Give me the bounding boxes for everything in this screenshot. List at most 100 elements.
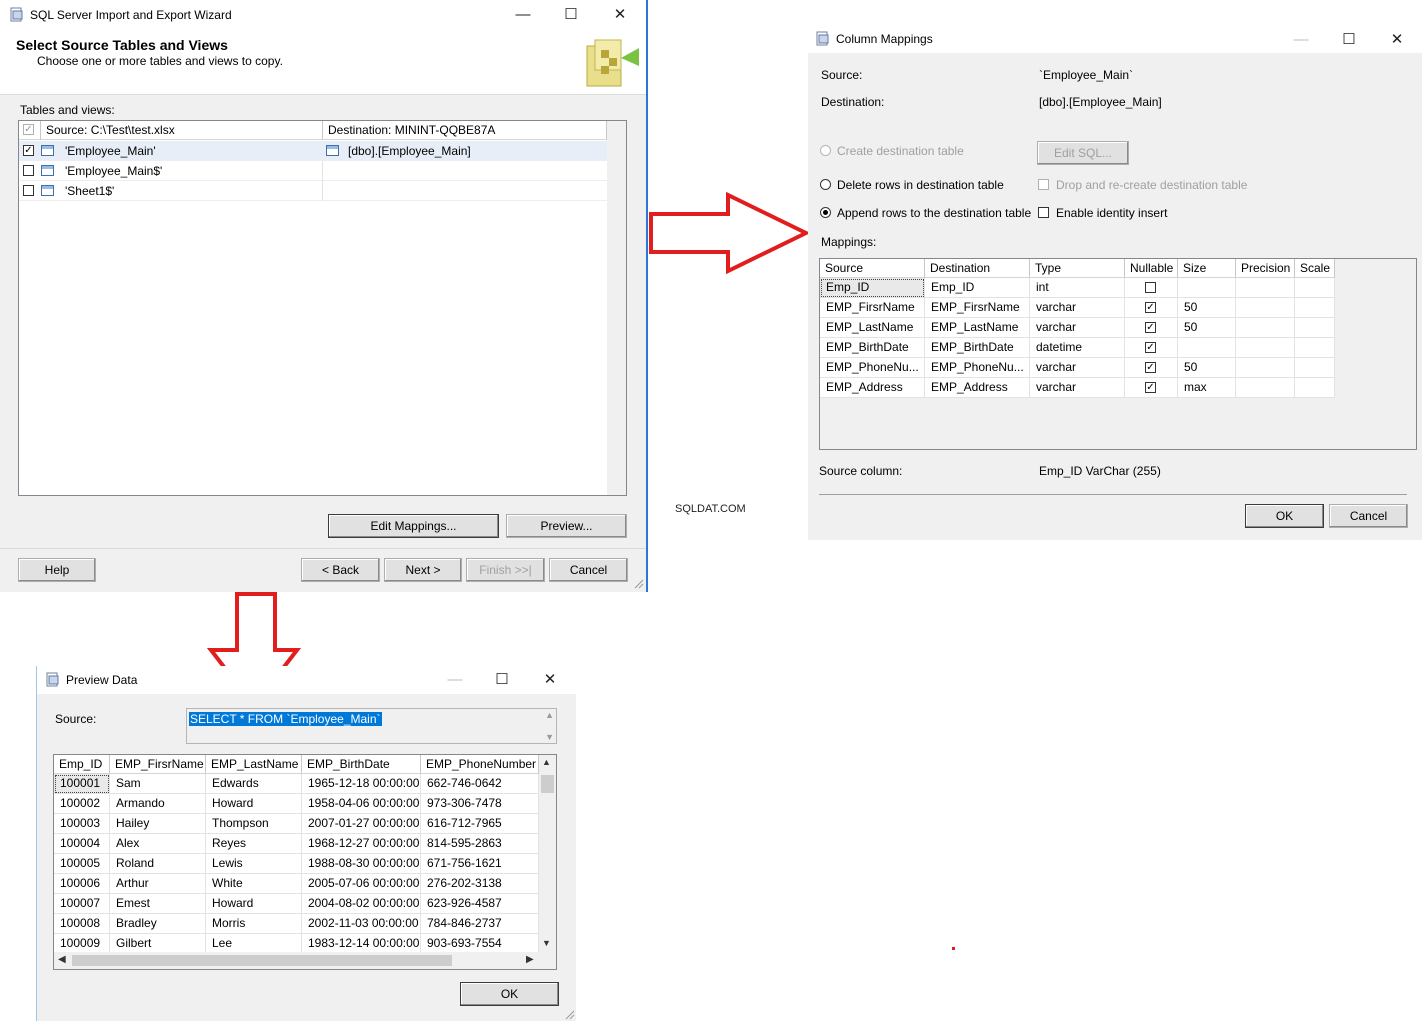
resize-grip-icon[interactable] [563,1008,575,1020]
last-name-cell[interactable]: Howard [206,794,302,814]
emp-id-cell[interactable]: 100001 [54,774,110,794]
emp-id-cell[interactable]: 100007 [54,894,110,914]
scale-cell[interactable] [1295,298,1335,318]
destination-cell[interactable]: EMP_Address [925,378,1030,398]
back-button[interactable]: < Back [301,558,380,582]
table-row[interactable]: 'Sheet1$' [19,181,607,201]
destination-cell[interactable]: Emp_ID [925,278,1030,298]
precision-cell[interactable] [1236,298,1295,318]
column-header-source[interactable]: Source: C:\Test\test.xlsx [41,121,323,140]
birth-date-cell[interactable]: 1958-04-06 00:00:00 [302,794,421,814]
emp-id-cell[interactable]: 100008 [54,914,110,934]
query-textbox[interactable]: SELECT * FROM `Employee_Main` ▲ ▼ [186,708,557,744]
destination-cell[interactable]: EMP_LastName [925,318,1030,338]
scale-cell[interactable] [1295,338,1335,358]
birth-date-cell[interactable]: 2007-01-27 00:00:00 [302,814,421,834]
maximize-icon[interactable]: ☐ [548,0,594,30]
column-header-nullable[interactable]: Nullable [1125,259,1178,278]
first-name-cell[interactable]: Roland [110,854,206,874]
phone-number-cell[interactable]: 784-846-2737 [421,914,539,934]
last-name-cell[interactable]: Howard [206,894,302,914]
last-name-cell[interactable]: White [206,874,302,894]
column-header-first-name[interactable]: EMP_FirsrName [110,755,206,774]
scroll-up-icon[interactable]: ▲ [542,757,551,767]
resize-grip-icon[interactable] [632,577,644,589]
column-header-birth-date[interactable]: EMP_BirthDate [302,755,421,774]
precision-cell[interactable] [1236,378,1295,398]
scrollbar-thumb[interactable] [541,775,554,793]
nullable-checkbox[interactable]: ✓ [1145,342,1156,353]
scroll-down-icon[interactable]: ▼ [545,732,554,742]
last-name-cell[interactable]: Thompson [206,814,302,834]
source-cell[interactable]: EMP_BirthDate [820,338,925,358]
birth-date-cell[interactable]: 1968-12-27 00:00:00 [302,834,421,854]
emp-id-cell[interactable]: 100003 [54,814,110,834]
column-header-emp-id[interactable]: Emp_ID [54,755,110,774]
row-checkbox[interactable] [23,165,34,176]
first-name-cell[interactable]: Bradley [110,914,206,934]
maximize-icon[interactable]: ☐ [1326,26,1372,53]
scale-cell[interactable] [1295,378,1335,398]
emp-id-cell[interactable]: 100002 [54,794,110,814]
scroll-left-icon[interactable]: ◀ [58,954,66,965]
nullable-cell[interactable]: ✓ [1125,318,1178,338]
column-header-phone-number[interactable]: EMP_PhoneNumber [421,755,539,774]
precision-cell[interactable] [1236,358,1295,378]
row-checkbox[interactable] [23,185,34,196]
phone-number-cell[interactable]: 616-712-7965 [421,814,539,834]
phone-number-cell[interactable]: 662-746-0642 [421,774,539,794]
scroll-down-icon[interactable]: ▼ [542,938,551,948]
minimize-icon[interactable]: — [1278,26,1324,53]
phone-number-cell[interactable]: 276-202-3138 [421,874,539,894]
scroll-right-icon[interactable]: ▶ [526,954,534,965]
destination-table[interactable]: [dbo].[Employee_Main] [348,144,471,158]
tables-scrollbar[interactable] [607,121,626,495]
close-icon[interactable]: ✕ [527,666,573,694]
select-all-checkbox[interactable]: ✓ [23,124,34,135]
size-cell[interactable]: 50 [1178,298,1236,318]
append-rows-radio[interactable] [820,207,831,218]
nullable-checkbox[interactable] [1145,282,1156,293]
phone-number-cell[interactable]: 671-756-1621 [421,854,539,874]
emp-id-cell[interactable]: 100004 [54,834,110,854]
next-button[interactable]: Next > [384,558,462,582]
close-icon[interactable]: ✕ [597,0,643,30]
nullable-cell[interactable]: ✓ [1125,378,1178,398]
emp-id-cell[interactable]: 100005 [54,854,110,874]
birth-date-cell[interactable]: 1983-12-14 00:00:00 [302,934,421,954]
cancel-button[interactable]: Cancel [549,558,628,582]
help-button[interactable]: Help [18,558,96,582]
type-cell[interactable]: datetime [1030,338,1125,358]
type-cell[interactable]: varchar [1030,358,1125,378]
scale-cell[interactable] [1295,358,1335,378]
ok-button[interactable]: OK [1245,504,1324,528]
table-row[interactable]: ✓ 'Employee_Main' [dbo].[Employee_Main] [19,141,607,161]
last-name-cell[interactable]: Reyes [206,834,302,854]
nullable-checkbox[interactable]: ✓ [1145,322,1156,333]
edit-mappings-button[interactable]: Edit Mappings... [328,514,499,538]
table-row[interactable]: 'Employee_Main$' [19,161,607,181]
last-name-cell[interactable]: Edwards [206,774,302,794]
column-header-size[interactable]: Size [1178,259,1236,278]
source-cell[interactable]: Emp_ID [820,278,925,298]
source-cell[interactable]: EMP_PhoneNu... [820,358,925,378]
type-cell[interactable]: varchar [1030,298,1125,318]
type-cell[interactable]: int [1030,278,1125,298]
mappings-titlebar[interactable]: Column Mappings — ☐ ✕ [808,26,1422,53]
scale-cell[interactable] [1295,318,1335,338]
column-header-destination[interactable]: Destination [925,259,1030,278]
minimize-icon[interactable]: — [500,0,546,30]
column-header-type[interactable]: Type [1030,259,1125,278]
column-header-scale[interactable]: Scale [1295,259,1335,278]
birth-date-cell[interactable]: 2005-07-06 00:00:00 [302,874,421,894]
minimize-icon[interactable]: — [432,666,478,694]
create-table-radio[interactable] [820,145,831,156]
edit-sql-button[interactable]: Edit SQL... [1037,141,1129,165]
emp-id-cell[interactable]: 100006 [54,874,110,894]
identity-insert-checkbox[interactable] [1038,207,1049,218]
type-cell[interactable]: varchar [1030,318,1125,338]
phone-number-cell[interactable]: 973-306-7478 [421,794,539,814]
first-name-cell[interactable]: Emest [110,894,206,914]
nullable-cell[interactable]: ✓ [1125,358,1178,378]
size-cell[interactable] [1178,278,1236,298]
